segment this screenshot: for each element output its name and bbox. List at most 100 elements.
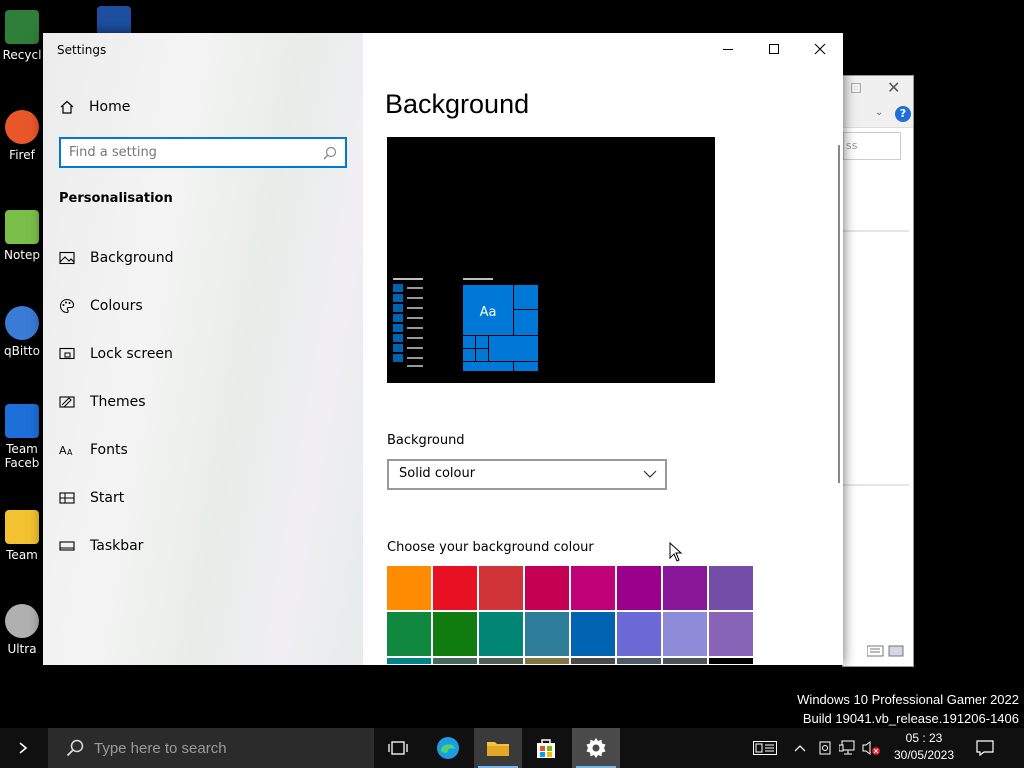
- notepad-icon: [5, 210, 39, 244]
- colour-swatch[interactable]: [525, 566, 569, 610]
- close-icon[interactable]: ✕: [887, 78, 900, 97]
- chevron-right-icon: [19, 742, 28, 754]
- colour-swatch[interactable]: [479, 658, 523, 664]
- nav-item-background[interactable]: Background: [59, 247, 174, 269]
- mouse-cursor-icon: [669, 542, 683, 562]
- colour-swatch[interactable]: [525, 612, 569, 656]
- start-icon: [59, 492, 75, 504]
- maximize-icon: [769, 44, 779, 54]
- view-toggle-icons[interactable]: [866, 645, 907, 660]
- nav-item-start[interactable]: Start: [59, 487, 124, 509]
- desktop-icon-team[interactable]: Team: [0, 510, 44, 562]
- nav-item-fonts[interactable]: AA Fonts: [59, 439, 128, 461]
- search-input[interactable]: [61, 139, 311, 166]
- desktop-icon-notepad[interactable]: Notep: [0, 210, 44, 262]
- taskbar-store[interactable]: [522, 728, 570, 768]
- colour-swatch[interactable]: [571, 658, 615, 664]
- colour-swatch[interactable]: [709, 566, 753, 610]
- desktop-icon-label: Team: [6, 548, 38, 562]
- desktop-icon-recycle-bin[interactable]: Recycl: [0, 10, 44, 62]
- taskbar-file-explorer[interactable]: [474, 728, 522, 768]
- desktop-icon-qbittorrent[interactable]: qBitto: [0, 306, 44, 358]
- folder-icon: [487, 742, 509, 756]
- colour-swatch[interactable]: [571, 566, 615, 610]
- scrollbar[interactable]: [838, 145, 840, 483]
- colour-swatch[interactable]: [571, 612, 615, 656]
- nav-item-label: Fonts: [90, 442, 128, 458]
- colour-swatch[interactable]: [709, 612, 753, 656]
- nav-item-lock-screen[interactable]: Lock screen: [59, 343, 173, 365]
- background-window-titlebar[interactable]: ✕: [843, 76, 913, 102]
- clock-date: 30/05/2023: [893, 748, 955, 762]
- desktop-icon-ultra[interactable]: Ultra: [0, 604, 44, 656]
- taskbar-clock[interactable]: 05 : 23 30/05/2023: [890, 730, 958, 764]
- colour-swatch[interactable]: [709, 658, 753, 664]
- colour-swatch[interactable]: [387, 566, 431, 610]
- minimize-button[interactable]: [705, 33, 751, 65]
- desktop-icon-firefox[interactable]: Firef: [0, 110, 44, 162]
- close-button[interactable]: [797, 33, 843, 65]
- search-icon[interactable]: [323, 146, 337, 160]
- gear-shortcut-icon: [5, 404, 39, 438]
- background-window[interactable]: ✕ ⌄ ? ss: [842, 75, 914, 667]
- background-preview: Aa: [387, 137, 715, 383]
- tray-volume[interactable]: [862, 738, 882, 758]
- start-button[interactable]: [0, 728, 46, 768]
- background-type-dropdown[interactable]: Solid colour: [387, 459, 667, 490]
- dropdown-value: Solid colour: [399, 466, 476, 481]
- nav-item-colours[interactable]: Colours: [59, 295, 143, 317]
- nav-home-label: Home: [89, 99, 131, 115]
- details-view-icon[interactable]: [866, 645, 907, 657]
- keyboard-icon: [753, 741, 777, 755]
- desktop-icon-label: Firef: [9, 148, 35, 162]
- colour-swatch[interactable]: [433, 566, 477, 610]
- colour-swatch[interactable]: [433, 658, 477, 664]
- nav-home[interactable]: Home: [59, 97, 130, 117]
- tray-app[interactable]: [815, 738, 835, 758]
- nav-item-themes[interactable]: Themes: [59, 391, 146, 413]
- colour-swatch[interactable]: [479, 612, 523, 656]
- colour-swatch[interactable]: [617, 658, 661, 664]
- minimize-icon: [723, 49, 733, 50]
- maximize-icon[interactable]: [851, 83, 861, 93]
- colour-swatch[interactable]: [525, 658, 569, 664]
- svg-text:A: A: [67, 448, 73, 457]
- address-field[interactable]: ss: [843, 132, 901, 160]
- colour-swatch[interactable]: [663, 658, 707, 664]
- colour-swatch[interactable]: [617, 566, 661, 610]
- picture-icon: [59, 251, 75, 265]
- settings-sidebar: Settings Home Personalisation Background…: [43, 33, 363, 665]
- desktop-icon-label: Notep: [3, 248, 41, 262]
- task-view-button[interactable]: [374, 728, 422, 768]
- colour-swatch[interactable]: [433, 612, 477, 656]
- help-icon[interactable]: ?: [895, 106, 911, 122]
- settings-search[interactable]: [59, 137, 347, 168]
- taskbar-search-placeholder: Type here to search: [94, 739, 227, 757]
- nav-item-label: Lock screen: [90, 346, 173, 362]
- tray-input-indicator[interactable]: [752, 738, 778, 758]
- divider: [843, 484, 909, 486]
- nav-item-label: Colours: [90, 298, 143, 314]
- chevron-down-icon[interactable]: ⌄: [875, 107, 883, 118]
- volume-muted-icon: [862, 741, 880, 755]
- nav-item-taskbar[interactable]: Taskbar: [59, 535, 143, 557]
- taskbar-settings[interactable]: [572, 728, 620, 768]
- colour-swatch[interactable]: [617, 612, 661, 656]
- tray-show-hidden[interactable]: [790, 738, 810, 758]
- colour-swatch[interactable]: [387, 612, 431, 656]
- action-center-button[interactable]: [975, 738, 995, 758]
- taskbar-search[interactable]: Type here to search: [48, 728, 374, 768]
- lock-screen-icon: [59, 347, 75, 360]
- colour-swatch[interactable]: [663, 566, 707, 610]
- colour-swatch[interactable]: [479, 566, 523, 610]
- colour-swatch[interactable]: [663, 612, 707, 656]
- maximize-button[interactable]: [751, 33, 797, 65]
- desktop-icon-team-facebook[interactable]: Team Faceb: [0, 404, 44, 470]
- notification-icon: [976, 740, 994, 756]
- tray-network[interactable]: [838, 738, 858, 758]
- taskbar-edge[interactable]: [424, 728, 472, 768]
- task-view-icon: [388, 741, 408, 755]
- tray-device-icon: [819, 741, 831, 755]
- disc-icon: [5, 604, 39, 638]
- colour-swatch[interactable]: [387, 658, 431, 664]
